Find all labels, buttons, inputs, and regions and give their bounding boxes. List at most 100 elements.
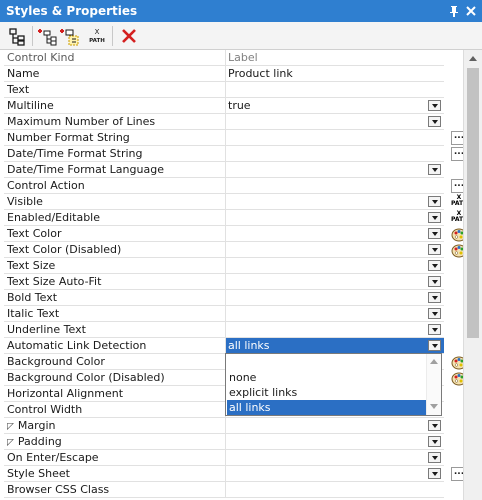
property-row[interactable]: Style Sheet: [4, 466, 444, 482]
dropdown-option[interactable]: none: [227, 370, 426, 385]
property-row[interactable]: ◸ Padding: [4, 434, 444, 450]
vertical-scrollbar[interactable]: [463, 50, 482, 500]
property-name: Date/Time Format String: [7, 147, 223, 161]
property-value[interactable]: Product link: [225, 66, 444, 81]
property-name-text: Multiline: [7, 99, 54, 112]
property-row[interactable]: Text Color: [4, 226, 444, 242]
chevron-down-icon[interactable]: [428, 100, 441, 111]
property-row[interactable]: Underline Text: [4, 322, 444, 338]
property-value[interactable]: [225, 274, 444, 289]
chevron-down-icon[interactable]: [428, 276, 441, 287]
dropdown-list-scrollbar[interactable]: [426, 354, 441, 415]
property-value[interactable]: [225, 114, 444, 129]
chevron-down-icon[interactable]: [428, 228, 441, 239]
dropdown-option-selected[interactable]: all links: [227, 400, 426, 415]
property-name: Text Size Auto-Fit: [7, 275, 223, 289]
property-name-text: Text Size Auto-Fit: [7, 275, 102, 288]
property-row[interactable]: Control Kind Label: [4, 50, 444, 66]
window-title: Styles & Properties: [6, 4, 138, 18]
chevron-down-icon[interactable]: [428, 212, 441, 223]
tree-view-button[interactable]: [6, 25, 28, 47]
property-value-text: Label: [228, 51, 258, 64]
property-value[interactable]: [225, 434, 444, 449]
dropdown-option[interactable]: explicit links: [227, 385, 426, 400]
chevron-down-icon[interactable]: [428, 340, 441, 351]
add-style-button[interactable]: [36, 25, 58, 47]
property-row[interactable]: Text Color (Disabled): [4, 242, 444, 258]
property-row[interactable]: On Enter/Escape: [4, 450, 444, 466]
scroll-thumb[interactable]: [467, 68, 479, 338]
property-row[interactable]: Text: [4, 82, 444, 98]
property-row[interactable]: ◸ Margin: [4, 418, 444, 434]
property-value[interactable]: [225, 418, 444, 433]
expand-icon[interactable]: ◸: [7, 438, 14, 448]
property-row[interactable]: Number Format String: [4, 130, 444, 146]
property-row[interactable]: Date/Time Format String: [4, 146, 444, 162]
add-style-group-button[interactable]: [58, 25, 80, 47]
property-row[interactable]: Control Action: [4, 178, 444, 194]
property-value[interactable]: [225, 242, 444, 257]
chevron-down-icon[interactable]: [428, 260, 441, 271]
property-value[interactable]: [225, 482, 444, 497]
property-value[interactable]: [225, 178, 444, 193]
chevron-down-icon[interactable]: [428, 116, 441, 127]
property-value[interactable]: [225, 306, 444, 321]
tree-structure-icon: [6, 25, 28, 47]
property-name: Date/Time Format Language: [7, 163, 223, 177]
property-row[interactable]: Bold Text: [4, 290, 444, 306]
property-row[interactable]: Name Product link: [4, 66, 444, 82]
chevron-down-icon[interactable]: [428, 468, 441, 479]
close-icon[interactable]: [463, 3, 479, 19]
property-value[interactable]: [225, 258, 444, 273]
chevron-down-icon[interactable]: [428, 436, 441, 447]
property-value[interactable]: [225, 194, 444, 209]
chevron-down-icon[interactable]: [428, 196, 441, 207]
property-value-text: Product link: [228, 67, 293, 80]
property-value[interactable]: [225, 130, 444, 145]
chevron-down-icon[interactable]: [428, 292, 441, 303]
property-value[interactable]: [225, 210, 444, 225]
chevron-down-icon[interactable]: [428, 420, 441, 431]
chevron-down-icon[interactable]: [428, 324, 441, 335]
chevron-down-icon[interactable]: [428, 164, 441, 175]
property-name: Text: [7, 83, 223, 97]
property-name: Browser CSS Class: [7, 483, 223, 497]
expand-icon[interactable]: ◸: [7, 422, 14, 432]
property-row[interactable]: Text Size: [4, 258, 444, 274]
property-value[interactable]: all links: [225, 338, 444, 353]
chevron-down-icon[interactable]: [428, 452, 441, 463]
chevron-down-icon[interactable]: [430, 404, 438, 409]
chevron-up-icon[interactable]: [430, 359, 438, 364]
property-value[interactable]: Label: [225, 50, 444, 65]
pin-icon[interactable]: [446, 3, 462, 19]
property-row[interactable]: Maximum Number of Lines: [4, 114, 444, 130]
property-value[interactable]: [225, 290, 444, 305]
chevron-down-icon[interactable]: [428, 244, 441, 255]
property-value[interactable]: [225, 322, 444, 337]
xpath-button[interactable]: X PATH: [86, 25, 108, 47]
scroll-up-icon[interactable]: [464, 50, 482, 66]
property-name: Control Action: [7, 179, 223, 193]
property-value[interactable]: [225, 146, 444, 161]
property-name-text: Visible: [7, 195, 43, 208]
property-value[interactable]: [225, 162, 444, 177]
property-row[interactable]: Italic Text: [4, 306, 444, 322]
property-row[interactable]: Visible: [4, 194, 444, 210]
property-value[interactable]: [225, 450, 444, 465]
property-row[interactable]: Browser CSS Class: [4, 482, 444, 498]
property-name: Horizontal Alignment: [7, 387, 223, 401]
property-row[interactable]: Enabled/Editable: [4, 210, 444, 226]
property-row[interactable]: Multiline true: [4, 98, 444, 114]
property-name-text: Style Sheet: [7, 467, 70, 480]
property-row[interactable]: Text Size Auto-Fit: [4, 274, 444, 290]
property-row[interactable]: Automatic Link Detection all links: [4, 338, 444, 354]
delete-button[interactable]: [118, 25, 140, 47]
property-row[interactable]: Date/Time Format Language: [4, 162, 444, 178]
chevron-down-icon[interactable]: [428, 308, 441, 319]
property-value[interactable]: [225, 82, 444, 97]
property-value[interactable]: true: [225, 98, 444, 113]
property-value[interactable]: [225, 466, 444, 481]
property-value[interactable]: [225, 226, 444, 241]
property-name-text: Control Kind: [7, 51, 75, 64]
property-name: ◸ Margin: [7, 419, 223, 433]
